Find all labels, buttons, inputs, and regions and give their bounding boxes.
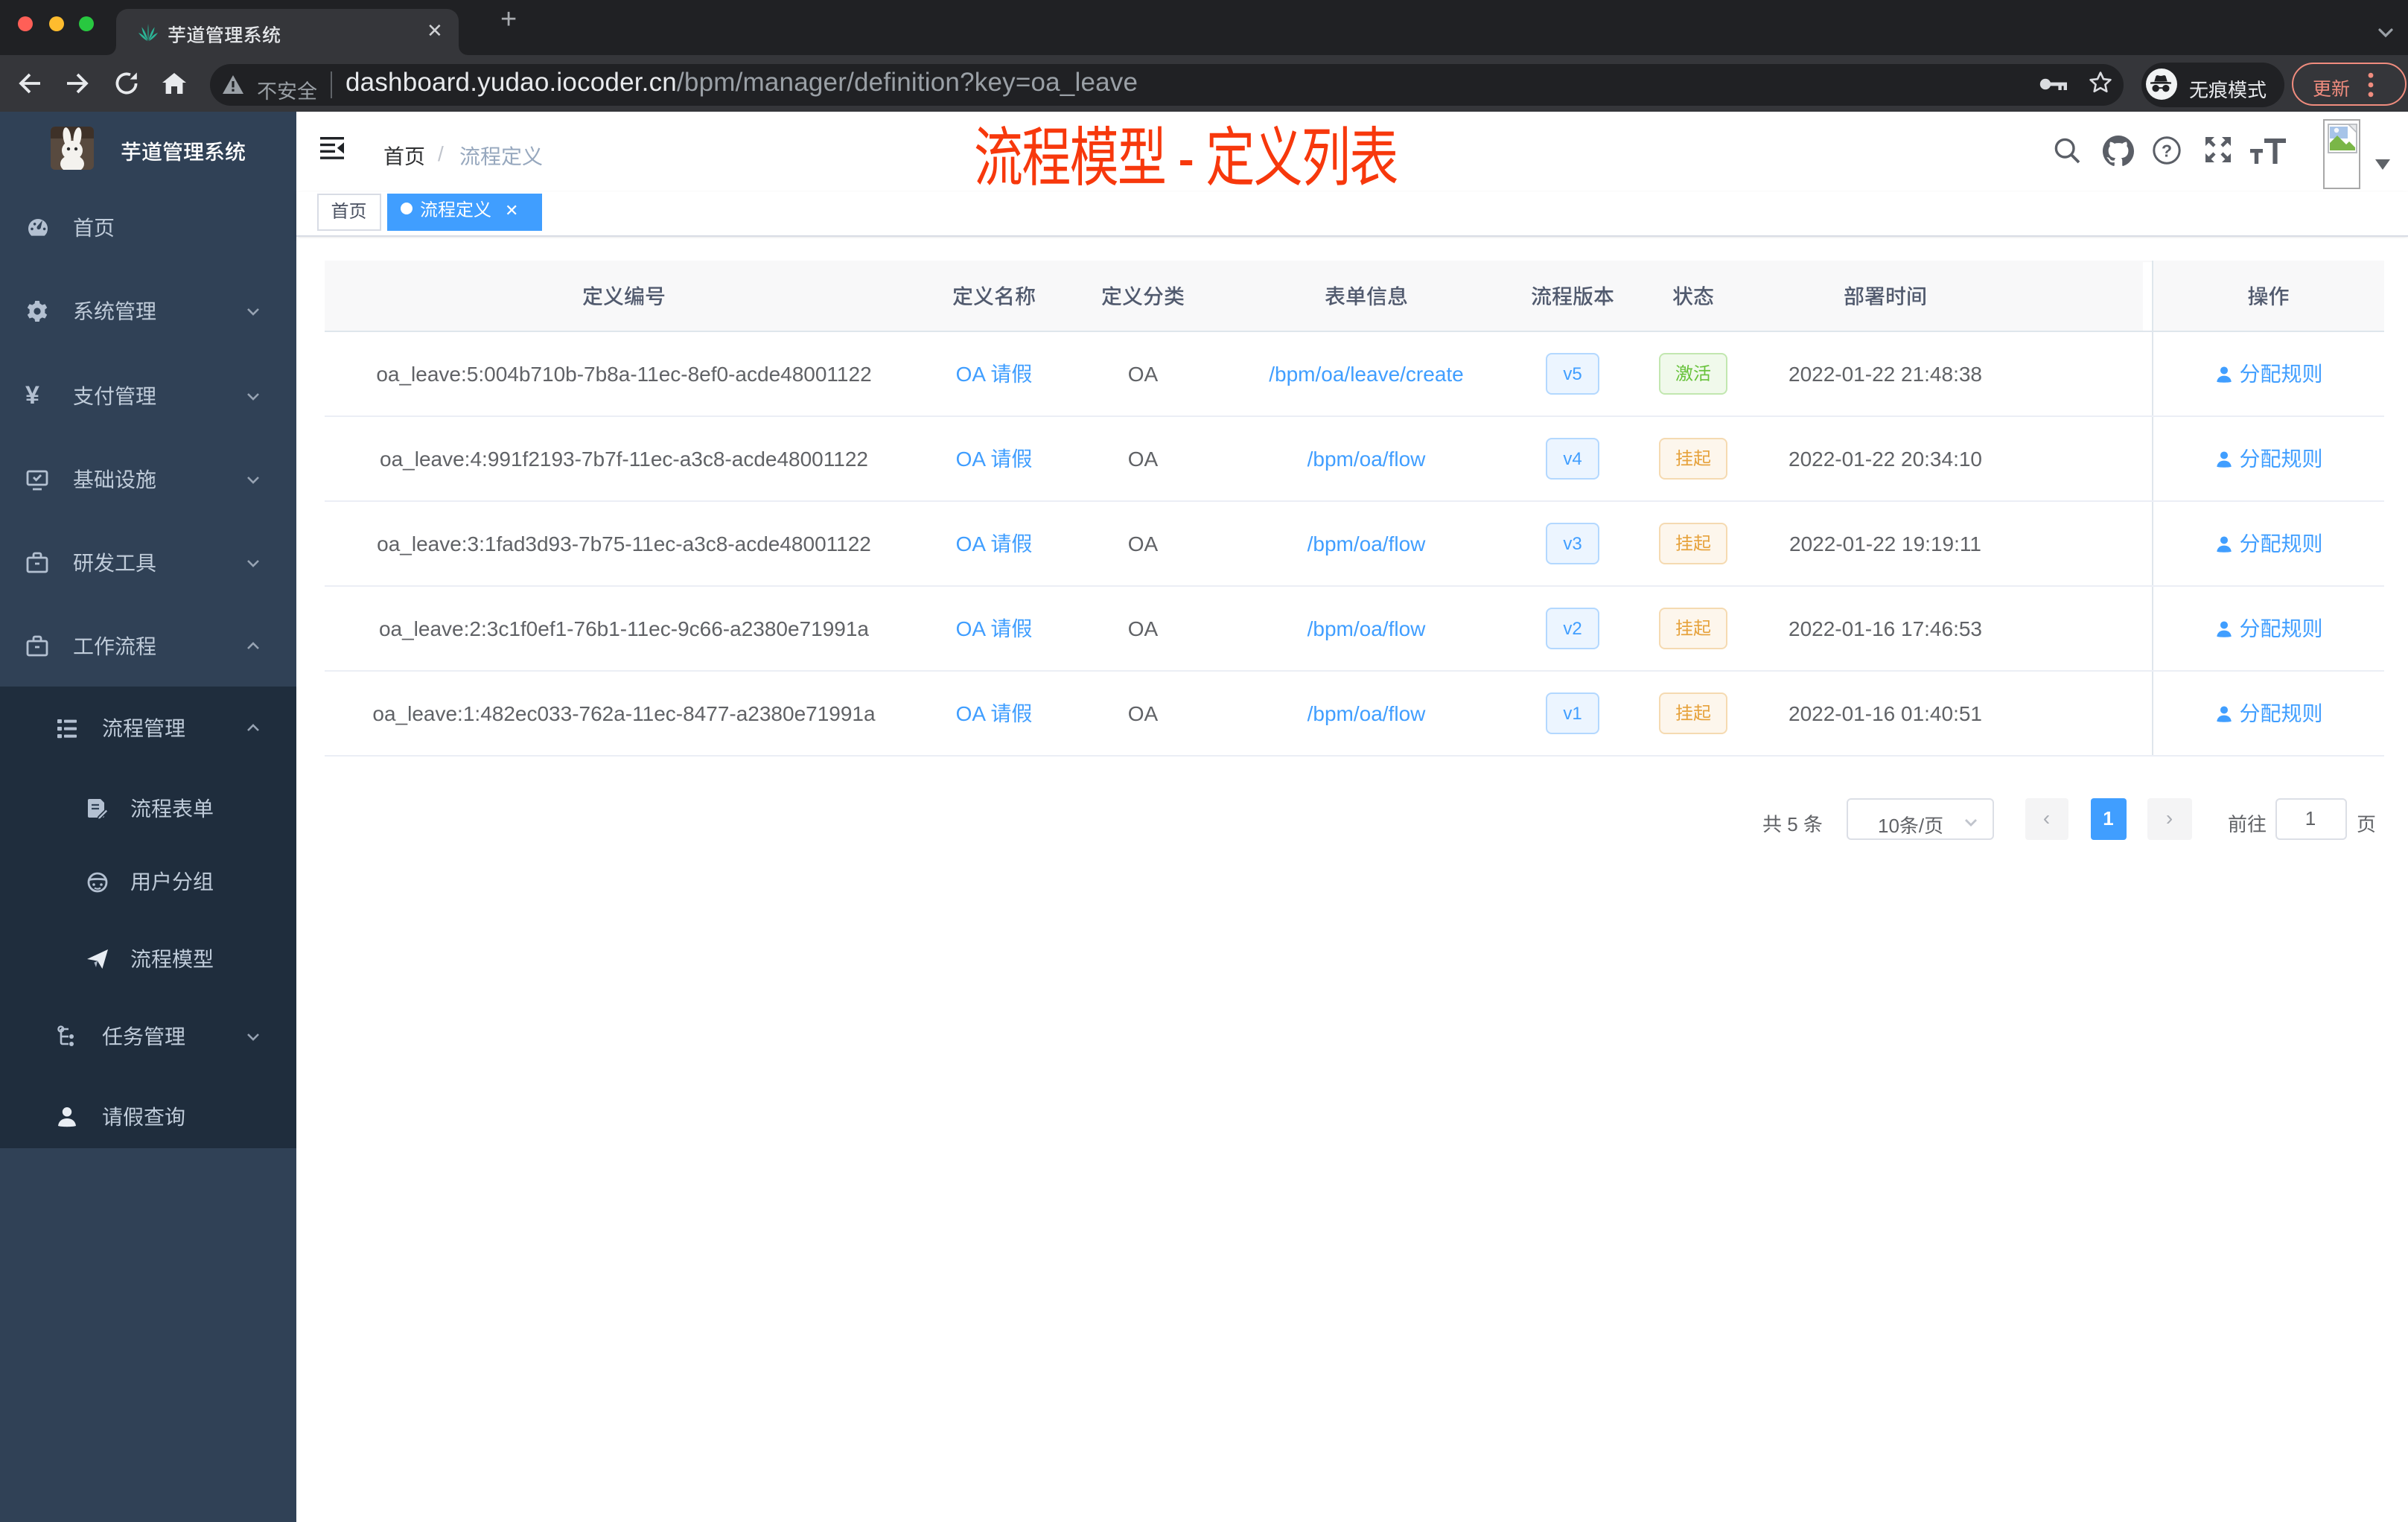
svg-text:?: ? bbox=[2162, 141, 2172, 160]
